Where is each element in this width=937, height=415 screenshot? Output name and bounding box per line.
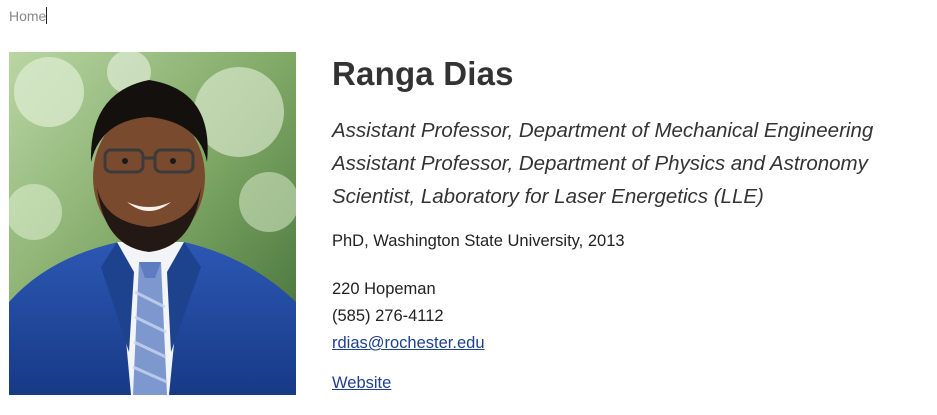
text-cursor: [46, 7, 48, 24]
title-line: Scientist, Laboratory for Laser Energeti…: [332, 185, 764, 208]
breadcrumb-home-link[interactable]: Home: [9, 8, 46, 24]
email-link[interactable]: rdias@rochester.edu: [332, 334, 485, 352]
profile-name: Ranga Dias: [332, 55, 514, 92]
title-line: Assistant Professor, Department of Physi…: [332, 152, 868, 175]
contact-block: 220 Hopeman (585) 276-4112 rdias@rochest…: [332, 276, 932, 357]
title-list: Assistant Professor, Department of Mecha…: [332, 114, 932, 213]
profile-info: Ranga Dias Assistant Professor, Departme…: [332, 54, 932, 394]
phone-text: (585) 276-4112: [332, 307, 444, 325]
website-link[interactable]: Website: [332, 374, 391, 392]
profile-photo: [9, 52, 296, 395]
office-text: 220 Hopeman: [332, 280, 436, 298]
portrait-image: [9, 52, 296, 395]
breadcrumb: Home: [9, 7, 48, 24]
degree-text: PhD, Washington State University, 2013: [332, 232, 625, 250]
profile-page: Home Ranga Dias Assistant Professor, Dep…: [0, 0, 937, 415]
title-line: Assistant Professor, Department of Mecha…: [332, 119, 874, 142]
